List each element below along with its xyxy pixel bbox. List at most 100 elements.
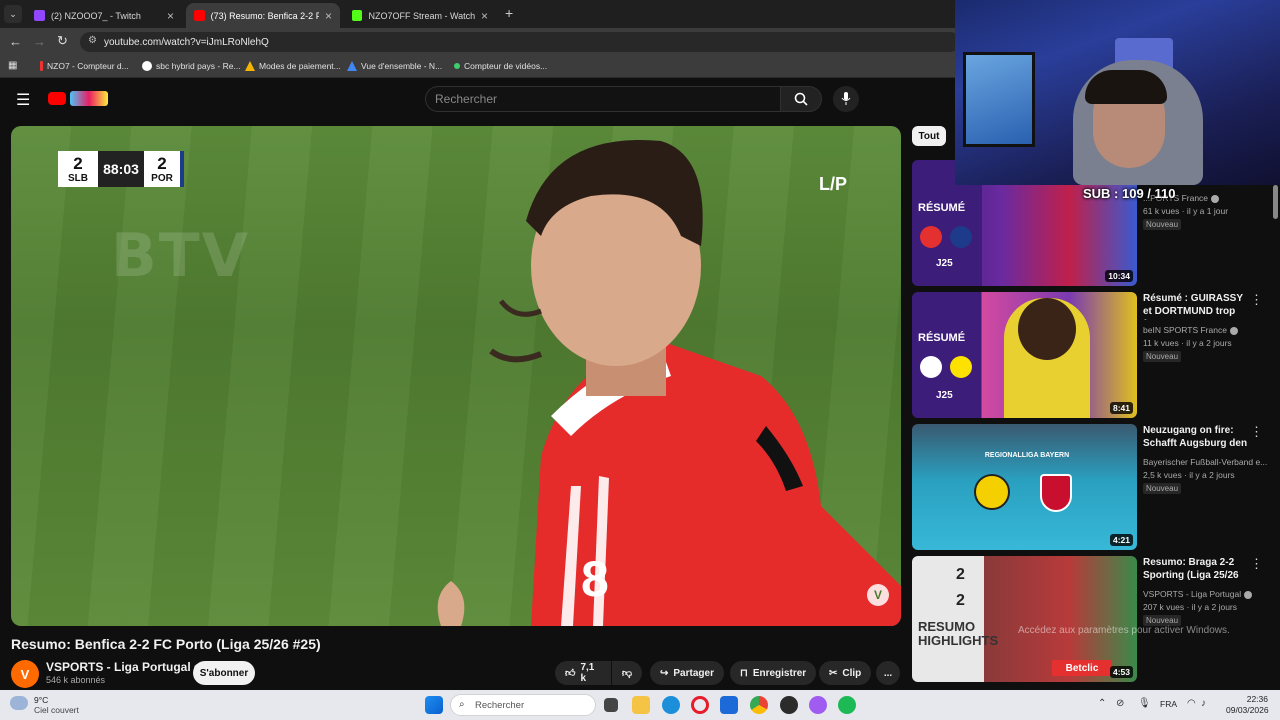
bookmark-label: Vue d'ensemble - N... (361, 61, 443, 71)
dislike-button[interactable]: 👎︎ (612, 661, 642, 685)
benfica-crest-icon (920, 226, 942, 248)
video-thumbnail[interactable]: RÉSUMÉ J25 8:41 (912, 292, 1137, 418)
app-icon[interactable] (809, 696, 827, 714)
clock-date[interactable]: 09/03/2026 (1226, 705, 1269, 715)
bvb-crest-icon (950, 356, 972, 378)
spotify-icon[interactable] (838, 696, 856, 714)
djk-crest-icon (974, 474, 1010, 510)
subscribe-button[interactable]: S'abonner (193, 661, 255, 685)
video-title[interactable]: Résumé : GUIRASSY et DORTMUND trop forts… (1143, 292, 1248, 320)
bookmark-item[interactable]: Vue d'ensemble - N... (347, 61, 442, 71)
windows-start-icon[interactable] (425, 696, 443, 714)
search-button[interactable] (780, 86, 822, 112)
scrollbar-thumb[interactable] (1273, 185, 1278, 219)
youtube-icon (194, 10, 205, 21)
bookmark-item[interactable]: Compteur de vidéos... (454, 61, 547, 71)
clock-time[interactable]: 22:36 (1226, 694, 1268, 704)
clip-button[interactable]: ✂ Clip (819, 661, 872, 685)
channel-name[interactable]: beIN SPORTS France (1143, 325, 1238, 335)
video-thumbnail[interactable]: 2 2 RESUMO HIGHLIGHTS Betclic 4:53 (912, 556, 1137, 682)
channel-name[interactable]: VSPORTS - Liga Portugal (46, 660, 202, 674)
thumb-text: REGIONALLIGA BAYERN (984, 452, 1070, 459)
forward-icon[interactable]: → (33, 34, 46, 49)
channel-name[interactable]: Bayerischer Fußball-Verband e... (1143, 457, 1267, 467)
tab-search-button[interactable]: ⌄ (4, 5, 22, 23)
tab-twitch[interactable]: (2) NZOOO7_ - Twitch × (26, 3, 182, 28)
away-score-box: 2 POR (144, 151, 184, 187)
recommendation-item[interactable]: REGIONALLIGA BAYERN 4:21 Neuzugang on fi… (912, 424, 1272, 550)
close-tab-icon[interactable]: × (481, 9, 488, 23)
channel-name-text: VSPORTS - Liga Portugal (46, 660, 191, 674)
btv-watermark: BTV (111, 221, 251, 291)
recommendation-item[interactable]: 2 2 RESUMO HIGHLIGHTS Betclic 4:53 Resum… (912, 556, 1272, 682)
new-badge: Nouveau (1143, 483, 1182, 494)
bookmark-item[interactable]: Modes de paiement... (245, 61, 341, 71)
opera-icon[interactable] (691, 696, 709, 714)
away-team: POR (151, 172, 173, 184)
tab-label: NZO7OFF Stream - Watch Live (368, 10, 475, 21)
more-options-icon[interactable]: ⋮ (1250, 292, 1263, 308)
video-thumbnail[interactable]: REGIONALLIGA BAYERN 4:21 (912, 424, 1137, 550)
reload-icon[interactable]: ↻ (57, 33, 68, 49)
channel-name[interactable]: VSPORTS - Liga Portugal (1143, 589, 1253, 599)
video-title[interactable]: Neuzugang on fire: Schafft Augsburg den … (1143, 424, 1248, 452)
weather-desc[interactable]: Ciel couvert (34, 705, 79, 715)
task-view-icon[interactable] (604, 698, 618, 712)
volume-icon[interactable]: ♪ (1201, 698, 1206, 709)
new-tab-button[interactable]: + (505, 5, 513, 21)
site-info-icon[interactable]: ⚙ (88, 35, 97, 46)
sub-counter: SUB : 109 / 110 (1083, 186, 1176, 201)
edge-icon[interactable] (662, 696, 680, 714)
avatar[interactable]: V (11, 660, 39, 688)
thumb-sub: J25 (936, 258, 953, 269)
share-button[interactable]: ↪ Partager (650, 661, 724, 685)
close-tab-icon[interactable]: × (167, 9, 174, 23)
twitch-icon (34, 10, 45, 21)
network-off-icon[interactable]: ⊘ (1116, 698, 1124, 709)
like-button[interactable]: 👍︎ 7,1 k (555, 661, 611, 685)
bookmark-item[interactable]: NZO7 - Compteur d... (40, 61, 129, 71)
store-icon[interactable] (720, 696, 738, 714)
bookmark-item[interactable]: sbc hybrid pays - Re... (142, 61, 241, 71)
thumb-sub: 2 (956, 592, 965, 609)
tab-stream[interactable]: NZO7OFF Stream - Watch Live × (344, 3, 496, 28)
chevron-up-icon[interactable]: ⌃ (1098, 698, 1106, 709)
player-head (1018, 298, 1076, 360)
bookmark-icon: ⊓ (740, 667, 748, 679)
taskbar-search-input[interactable]: ⌕ Rechercher (450, 694, 596, 716)
voice-search-button[interactable] (833, 86, 859, 112)
microphone-icon[interactable]: 🎙︎ (1138, 698, 1151, 709)
chrome-icon[interactable] (750, 696, 768, 714)
video-title[interactable]: Resumo: Braga 2-2 Sporting (Liga 25/26 .… (1143, 556, 1248, 584)
share-icon: ↪ (660, 667, 669, 679)
weather-cloud-icon (10, 696, 28, 710)
close-tab-icon[interactable]: × (325, 9, 332, 23)
video-player[interactable]: BTV L/P 2 SLB 88:03 2 POR 8 V (11, 126, 901, 626)
recommendation-item[interactable]: RÉSUMÉ J25 8:41 Résumé : GUIRASSY et DOR… (912, 292, 1272, 418)
address-bar[interactable]: ⚙ youtube.com/watch?v=iJmLRoNlehQ (80, 32, 960, 52)
video-meta: 11 k vues · il y a 2 jours (1143, 338, 1232, 348)
subscribe-watermark-icon[interactable]: V (867, 584, 889, 606)
app-icon[interactable] (780, 696, 798, 714)
save-button[interactable]: ⊓ Enregistrer (730, 661, 817, 685)
verified-icon (1229, 326, 1238, 335)
more-options-icon[interactable]: ⋮ (1250, 424, 1263, 440)
filter-chip-all[interactable]: Tout (912, 126, 946, 146)
back-icon[interactable]: ← (9, 34, 22, 49)
doodle-logo[interactable] (70, 91, 108, 106)
more-actions-button[interactable]: ... (876, 661, 900, 685)
tab-youtube[interactable]: (73) Resumo: Benfica 2-2 FC Po × (186, 3, 340, 28)
like-count: 7,1 k (580, 662, 595, 684)
menu-icon[interactable]: ☰ (16, 90, 30, 110)
bookmark-icon (454, 63, 460, 69)
thumb-text: RÉSUMÉ (918, 202, 966, 214)
search-input[interactable]: Rechercher (425, 86, 780, 112)
weather-temp[interactable]: 9°C (34, 695, 48, 705)
wifi-icon[interactable]: ◠ (1187, 698, 1196, 709)
file-explorer-icon[interactable] (632, 696, 650, 714)
tab-label: (73) Resumo: Benfica 2-2 FC Po (210, 10, 319, 21)
more-options-icon[interactable]: ⋮ (1250, 556, 1263, 572)
youtube-logo-icon[interactable] (48, 92, 66, 105)
language-indicator[interactable]: FRA (1160, 699, 1177, 709)
apps-grid-icon[interactable]: ▦ (8, 60, 17, 71)
